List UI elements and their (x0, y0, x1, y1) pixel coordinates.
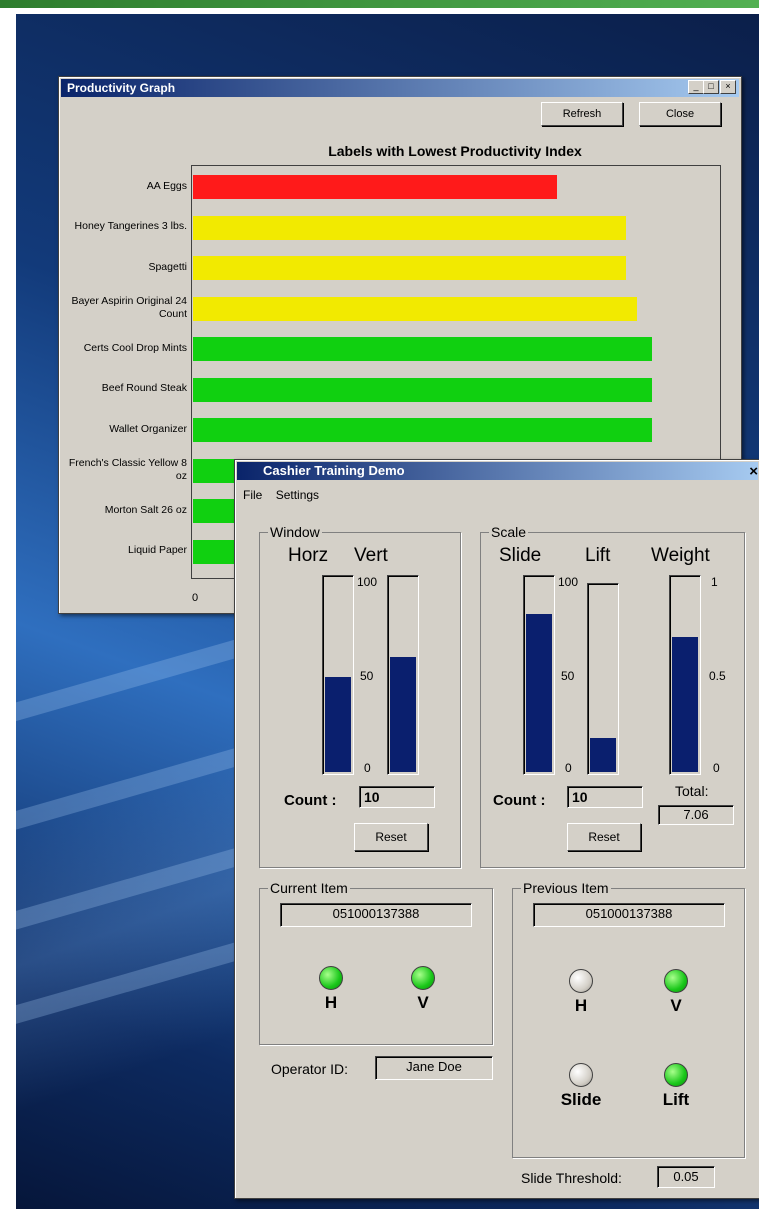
chart-category-label: Spagetti (148, 260, 187, 273)
window-count-label: Count : (284, 792, 337, 809)
scale-group-legend: Scale (489, 524, 529, 540)
tick-100: 100 (357, 575, 378, 589)
vert-header: Vert (354, 545, 388, 566)
tick-0: 0 (565, 761, 572, 775)
weight-tick-1: 1 (711, 575, 718, 589)
menu-file[interactable]: File (243, 488, 262, 502)
weight-header: Weight (651, 545, 710, 566)
maximize-button[interactable]: □ (703, 80, 719, 94)
cashier-titlebar: Cashier Training Demo (237, 462, 758, 480)
window-close-button[interactable]: × (720, 80, 736, 94)
chart-title: Labels with Lowest Productivity Index (328, 143, 582, 159)
current-item-code: 051000137388 (280, 903, 472, 927)
chart-category-label: Certs Cool Drop Mints (83, 341, 187, 354)
minimize-button[interactable]: _ (688, 80, 704, 94)
chart-bar (193, 418, 653, 442)
scale-reset-button[interactable]: Reset (567, 823, 641, 851)
chart-category-label: AA Eggs (146, 179, 187, 192)
operator-label: Operator ID: (271, 1061, 349, 1077)
slide-gauge-fill (526, 613, 552, 772)
slide-gauge (523, 575, 555, 775)
previous-item-legend: Previous Item (521, 880, 611, 896)
chart-category-label: Wallet Organizer (109, 422, 187, 435)
window-group-legend: Window (268, 524, 322, 540)
lift-gauge-fill (590, 738, 616, 772)
chart-category-label: Liquid Paper (128, 544, 187, 556)
slide-threshold-field[interactable]: 0.05 (657, 1166, 715, 1188)
top-accent-bar (0, 0, 759, 8)
weight-tick-0: 0 (713, 761, 720, 775)
chart-bar (193, 337, 653, 361)
horz-gauge (322, 575, 354, 775)
menu-settings[interactable]: Settings (276, 488, 319, 502)
scale-count-label: Count : (493, 792, 546, 809)
previous-slide-label: Slide (560, 1090, 602, 1109)
chart-category-label: Bayer Aspirin Original 24 Count (71, 294, 187, 320)
previous-item-group: Previous Item 051000137388 H V Slide Lif… (512, 880, 745, 1158)
chart-bar (193, 296, 637, 321)
cashier-close-icon[interactable]: × (749, 463, 758, 480)
weight-gauge (669, 575, 701, 775)
productivity-window-title: Productivity Graph (67, 81, 176, 95)
cashier-training-window: Cashier Training Demo × File Settings Wi… (234, 459, 759, 1199)
cashier-window-title: Cashier Training Demo (263, 463, 405, 478)
scale-count-field: 10 (567, 786, 643, 808)
previous-lift-led-icon (664, 1063, 688, 1087)
previous-h-label: H (574, 996, 588, 1015)
tick-0: 0 (364, 761, 371, 775)
total-label: Total: (675, 783, 709, 799)
window-count-field: 10 (359, 786, 435, 808)
chart-bar (193, 215, 626, 240)
chart-bar (193, 175, 558, 199)
chart-category-label: Morton Salt 26 oz (104, 503, 187, 516)
chart-bar (193, 256, 626, 280)
close-button[interactable]: Close (639, 102, 721, 126)
menu-bar: File Settings (243, 488, 329, 502)
current-item-legend: Current Item (268, 880, 350, 896)
scale-group: Scale Slide Lift Weight 100 50 0 1 0.5 0… (480, 524, 745, 868)
horz-gauge-fill (325, 677, 351, 772)
lift-gauge (587, 583, 619, 775)
vert-gauge-fill (390, 657, 416, 772)
horz-header: Horz (288, 545, 329, 566)
tick-50: 50 (561, 669, 575, 683)
previous-v-led-icon (664, 969, 688, 993)
previous-item-code: 051000137388 (533, 903, 725, 927)
current-h-label: H (324, 993, 338, 1012)
window-reset-button[interactable]: Reset (354, 823, 428, 851)
previous-v-label: V (670, 996, 682, 1015)
operator-field[interactable]: Jane Doe (375, 1056, 493, 1080)
previous-lift-label: Lift (662, 1090, 690, 1109)
chart-bar (193, 377, 653, 402)
tick-50: 50 (360, 669, 374, 683)
previous-slide-led-icon (569, 1063, 593, 1087)
chart-category-label: Beef Round Steak (101, 382, 187, 394)
lift-header: Lift (585, 545, 611, 566)
previous-h-led-icon (569, 969, 593, 993)
weight-gauge-fill (672, 637, 698, 772)
slide-header: Slide (499, 545, 542, 566)
current-v-led-icon (411, 966, 435, 990)
window-group: Window Horz Vert 100 50 0 Count : 10 Res… (259, 524, 461, 868)
weight-tick-0-5: 0.5 (709, 669, 726, 683)
x-axis-tick-label: 0 (192, 592, 199, 604)
current-item-group: Current Item 051000137388 H V (259, 880, 493, 1045)
productivity-titlebar: Productivity Graph (61, 79, 739, 97)
current-h-led-icon (319, 966, 343, 990)
current-v-label: V (417, 993, 429, 1012)
slide-threshold-label: Slide Threshold: (521, 1170, 622, 1186)
total-field: 7.06 (658, 805, 734, 825)
refresh-button[interactable]: Refresh (541, 102, 623, 126)
chart-category-label: Honey Tangerines 3 lbs. (74, 220, 187, 232)
tick-100: 100 (558, 575, 579, 589)
vert-gauge (387, 575, 419, 775)
chart-category-label: French's Classic Yellow 8 oz (68, 456, 187, 482)
